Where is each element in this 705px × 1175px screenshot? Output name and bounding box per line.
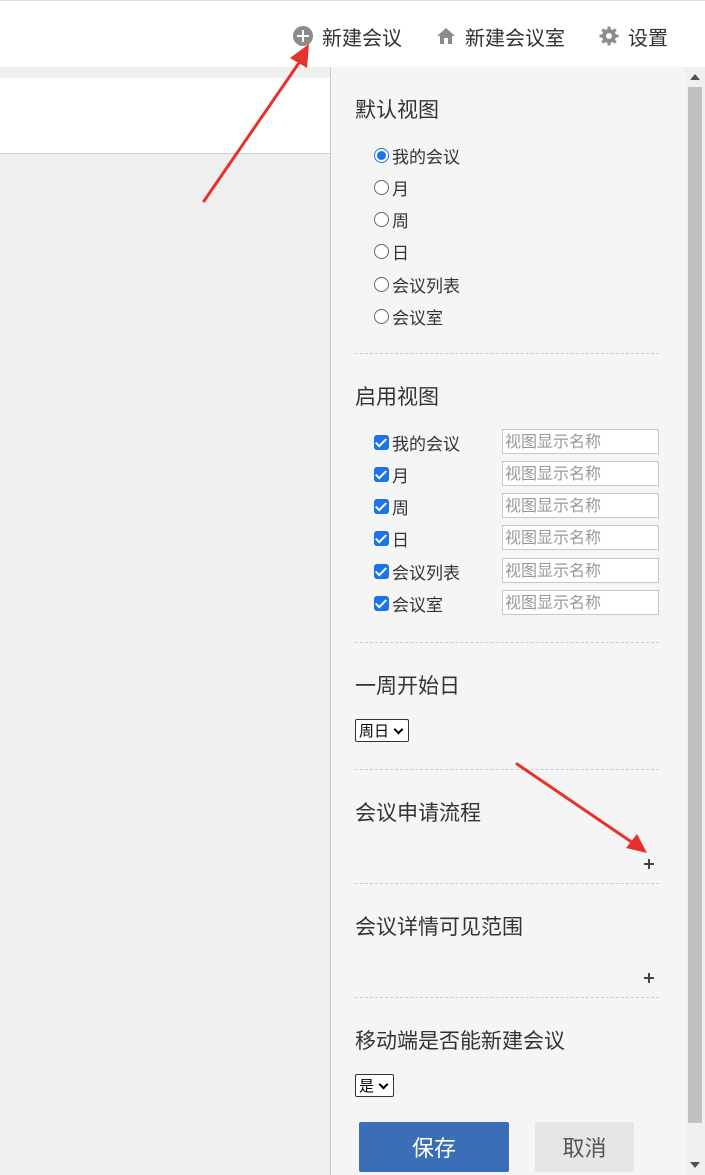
mobile-create-select[interactable]: 是 [355,1074,395,1097]
checkbox-label: 我的会议 [392,434,460,455]
checkbox[interactable] [374,595,389,611]
section-divider [355,353,659,354]
new-room-label: 新建会议室 [465,25,565,50]
radio-label: 周 [392,211,409,232]
radio-button[interactable] [374,147,389,163]
new-room-button[interactable]: 新建会议室 [436,21,565,51]
approval-flow-title: 会议申请流程 [355,801,481,825]
scroll-down-arrow-icon[interactable] [690,1162,700,1168]
radio-label: 日 [392,243,409,264]
radio-button[interactable] [374,211,389,227]
section-divider [355,883,659,884]
radio-month[interactable]: 月 [374,175,409,200]
view-name-input[interactable] [502,461,659,486]
section-divider [355,997,659,998]
select-value: 是 [359,1077,375,1095]
new-meeting-button[interactable]: 新建会议 [293,21,402,51]
radio-my-meetings[interactable]: 我的会议 [374,143,460,168]
radio-week[interactable]: 周 [374,207,409,232]
vertical-scrollbar[interactable] [685,67,705,1175]
settings-button[interactable]: 设置 [599,21,668,51]
view-name-input[interactable] [502,429,659,454]
save-button[interactable]: 保存 [359,1122,509,1172]
checkbox-label: 周 [392,498,409,519]
chevron-down-icon [378,1079,389,1089]
plus-circle-icon [293,26,313,46]
top-toolbar: 新建会议 新建会议室 设置 [0,0,705,67]
radio-label: 会议室 [392,308,443,329]
scroll-up-arrow-icon[interactable] [690,74,700,80]
house-icon [436,26,456,46]
radio-meeting-room[interactable]: 会议室 [374,304,443,329]
checkbox[interactable] [374,434,389,450]
checkbox[interactable] [374,530,389,546]
radio-button[interactable] [374,179,389,195]
section-divider [355,769,659,770]
calendar-header-panel [0,78,330,154]
check-month[interactable]: 月 [374,461,409,487]
checkbox-label: 日 [392,530,409,551]
default-view-title: 默认视图 [355,98,439,122]
add-visibility-button[interactable] [642,971,656,985]
radio-meeting-list[interactable]: 会议列表 [374,272,460,297]
enabled-views-title: 启用视图 [355,385,439,409]
new-meeting-label: 新建会议 [322,25,402,50]
checkbox[interactable] [374,563,389,579]
view-name-input[interactable] [502,590,659,615]
chevron-down-icon [393,724,404,734]
gear-icon [599,26,619,46]
check-day[interactable]: 日 [374,525,409,551]
radio-label: 会议列表 [392,276,460,297]
radio-label: 月 [392,179,409,200]
radio-button[interactable] [374,308,389,324]
view-name-input[interactable] [502,525,659,550]
add-approval-flow-button[interactable] [642,857,656,871]
week-start-title: 一周开始日 [355,674,460,698]
check-my-meetings[interactable]: 我的会议 [374,429,460,455]
settings-panel: 默认视图 我的会议 月 周 日 会议列表 会议室 启用视图 我的会议 月 周 [331,67,685,1175]
checkbox-label: 会议室 [392,595,443,616]
view-name-input[interactable] [502,493,659,518]
checkbox-label: 月 [392,466,409,487]
mobile-create-title: 移动端是否能新建会议 [355,1029,565,1053]
checkbox[interactable] [374,498,389,514]
radio-label: 我的会议 [392,147,460,168]
checkbox[interactable] [374,466,389,482]
checkbox-label: 会议列表 [392,563,460,584]
scrollbar-thumb[interactable] [688,87,702,1123]
settings-label: 设置 [628,25,668,50]
view-name-input[interactable] [502,558,659,583]
week-start-select[interactable]: 周日 [355,719,410,742]
radio-day[interactable]: 日 [374,239,409,264]
radio-button[interactable] [374,276,389,292]
section-divider [355,642,659,643]
check-meeting-room[interactable]: 会议室 [374,590,443,616]
radio-button[interactable] [374,243,389,259]
check-week[interactable]: 周 [374,493,409,519]
select-value: 周日 [359,722,390,740]
cancel-button[interactable]: 取消 [535,1122,634,1172]
visibility-title: 会议详情可见范围 [355,915,523,939]
check-meeting-list[interactable]: 会议列表 [374,558,460,584]
